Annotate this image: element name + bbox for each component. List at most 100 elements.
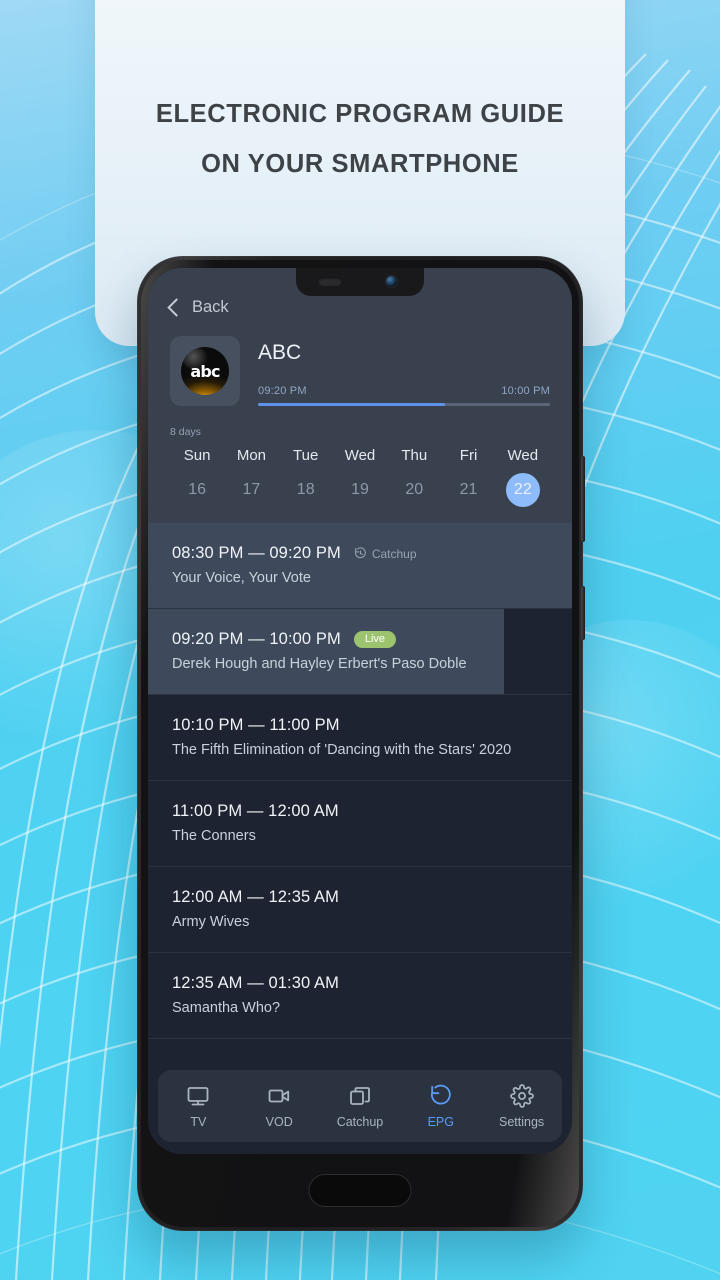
day-name: Wed — [344, 447, 376, 464]
front-camera-icon — [386, 276, 397, 287]
date-picker-day[interactable]: Thu 20 — [387, 447, 441, 507]
nav-item-tv[interactable]: TV — [158, 1070, 239, 1142]
program-time-row: 10:10 PM — 11:00 PM — [172, 716, 548, 735]
nav-item-catchup[interactable]: Catchup — [320, 1070, 401, 1142]
history-icon — [430, 1084, 451, 1104]
layers-icon — [350, 1086, 370, 1105]
day-name: Thu — [401, 447, 428, 464]
program-progress-fill — [258, 403, 445, 406]
back-button-label: Back — [192, 297, 229, 316]
program-list-item[interactable]: 08:30 PM — 09:20 PM Catchup Your Voice, Yo… — [148, 523, 572, 609]
promo-headline-line-1: ELECTRONIC PROGRAM GUIDE — [155, 100, 565, 128]
abc-logo-icon: abc — [181, 347, 229, 395]
program-time: 12:00 AM — 12:35 AM — [172, 888, 339, 906]
phone-screen: Back abc ABC 09:20 PM 10:00 PM 8 days Su… — [148, 268, 572, 1154]
earpiece-speaker-icon — [318, 277, 342, 286]
program-time: 10:10 PM — 11:00 PM — [172, 716, 340, 734]
program-list-item[interactable]: 09:20 PM — 10:00 PM Live Derek Hough and H… — [148, 609, 572, 695]
day-number: 16 — [188, 481, 207, 498]
program-content: 10:10 PM — 11:00 PM The Fifth Elimination… — [172, 716, 548, 758]
day-name: Sun — [183, 447, 211, 464]
program-title: The Fifth Elimination of 'Dancing with t… — [172, 742, 512, 758]
program-time: 11:00 PM — 12:00 AM — [172, 802, 339, 820]
channel-logo[interactable]: abc — [170, 336, 240, 406]
program-title: Your Voice, Your Vote — [172, 570, 311, 586]
day-number: 20 — [405, 481, 424, 498]
nav-item-label: EPG — [427, 1114, 454, 1129]
day-name: Wed — [507, 447, 539, 464]
nav-item-label: Settings — [499, 1114, 545, 1129]
promo-headline: ELECTRONIC PROGRAM GUIDE ON YOUR SMARTPH… — [156, 90, 564, 189]
program-time: 08:30 PM — 09:20 PM — [172, 544, 341, 562]
program-title: Army Wives — [172, 914, 250, 930]
day-number: 22 — [505, 473, 540, 507]
program-title: Derek Hough and Hayley Erbert's Paso Dob… — [172, 656, 467, 672]
program-time-row: 12:00 AM — 12:35 AM — [172, 888, 548, 907]
program-content: 12:35 AM — 01:30 AM Samantha Who? — [172, 974, 548, 1016]
live-badge: Live — [353, 631, 397, 648]
catchup-badge-label: Catchup — [371, 546, 417, 561]
chevron-left-icon — [167, 297, 186, 317]
nav-item-epg[interactable]: EPG — [400, 1070, 481, 1142]
program-time-row: 09:20 PM — 10:00 PM Live — [172, 630, 548, 649]
program-time-row: 11:00 PM — 12:00 AM — [172, 802, 548, 821]
nav-item-label: Catchup — [336, 1114, 384, 1129]
end-time: 10:00 PM — [501, 385, 550, 397]
program-list[interactable]: 08:30 PM — 09:20 PM Catchup Your Voice, Yo… — [148, 523, 572, 1060]
program-title: The Conners — [172, 828, 256, 844]
date-range-label: 8 days — [170, 426, 201, 438]
day-name: Tue — [293, 447, 319, 464]
channel-info: ABC 09:20 PM 10:00 PM — [258, 336, 550, 406]
date-picker-day[interactable]: Mon 17 — [224, 447, 278, 507]
epg-header: Back abc ABC 09:20 PM 10:00 PM 8 days Su… — [148, 268, 572, 523]
nav-item-label: VOD — [265, 1114, 293, 1129]
history-icon — [354, 547, 366, 559]
day-number: 19 — [351, 481, 369, 498]
day-number: 21 — [459, 481, 478, 498]
nav-item-vod[interactable]: VOD — [239, 1070, 320, 1142]
program-content: 11:00 PM — 12:00 AM The Conners — [172, 802, 548, 844]
home-button[interactable] — [308, 1174, 412, 1207]
day-name: Mon — [236, 447, 267, 464]
day-number: 17 — [242, 481, 261, 498]
day-number: 18 — [296, 481, 315, 498]
program-list-item[interactable]: 11:00 PM — 12:00 AM The Conners — [148, 781, 572, 867]
promo-headline-line-2: ON YOUR SMARTPHONE — [201, 149, 519, 178]
program-time: 12:35 AM — 01:30 AM — [172, 974, 339, 992]
gear-icon — [509, 1083, 534, 1108]
current-time: 09:20 PM — [258, 385, 307, 397]
date-picker-day[interactable]: Wed 22 — [496, 447, 550, 507]
program-content: 12:00 AM — 12:35 AM Army Wives — [172, 888, 548, 930]
phone-notch — [296, 268, 424, 296]
abc-logo-text: abc — [190, 361, 220, 381]
date-picker-day[interactable]: Fri 21 — [441, 447, 495, 507]
date-picker-day[interactable]: Sun 16 — [170, 447, 224, 507]
program-list-item[interactable]: 12:00 AM — 12:35 AM Army Wives — [148, 867, 572, 953]
program-list-item[interactable]: 10:10 PM — 11:00 PM The Fifth Elimination… — [148, 695, 572, 781]
day-name: Fri — [459, 447, 478, 464]
program-title: Samantha Who? — [172, 1000, 281, 1016]
date-picker-day[interactable]: Tue 18 — [279, 447, 333, 507]
power-button[interactable] — [581, 456, 585, 542]
program-time-row: 12:35 AM — 01:30 AM — [172, 974, 548, 993]
program-time-row: 08:30 PM — 09:20 PM Catchup — [172, 544, 548, 563]
date-picker-day[interactable]: Wed 19 — [333, 447, 387, 507]
volume-button[interactable] — [581, 586, 585, 640]
program-content: 09:20 PM — 10:00 PM Live Derek Hough and H… — [172, 630, 548, 672]
channel-header: abc ABC 09:20 PM 10:00 PM — [170, 336, 550, 406]
program-content: 08:30 PM — 09:20 PM Catchup Your Voice, Yo… — [172, 544, 548, 586]
program-list-item[interactable]: 12:35 AM — 01:30 AM Samantha Who? — [148, 953, 572, 1039]
tv-icon — [187, 1086, 209, 1105]
video-icon — [268, 1089, 290, 1102]
program-time: 09:20 PM — 10:00 PM — [172, 630, 341, 648]
bottom-nav-container: TV VOD Catchup EPG Settings — [148, 1060, 572, 1154]
program-progress-bar — [258, 403, 550, 406]
now-playing-times: 09:20 PM 10:00 PM — [258, 385, 550, 397]
catchup-badge[interactable]: Catchup — [354, 547, 417, 561]
channel-name: ABC — [258, 341, 302, 364]
bottom-navigation[interactable]: TV VOD Catchup EPG Settings — [158, 1070, 562, 1142]
phone-mockup: Back abc ABC 09:20 PM 10:00 PM 8 days Su… — [137, 256, 585, 1231]
nav-item-label: TV — [190, 1114, 207, 1129]
date-picker[interactable]: Sun 16 Mon 17 Tue 18 Wed 19 Thu 20 Fri 21 Wed 22 — [170, 447, 550, 523]
nav-item-settings[interactable]: Settings — [481, 1070, 562, 1142]
